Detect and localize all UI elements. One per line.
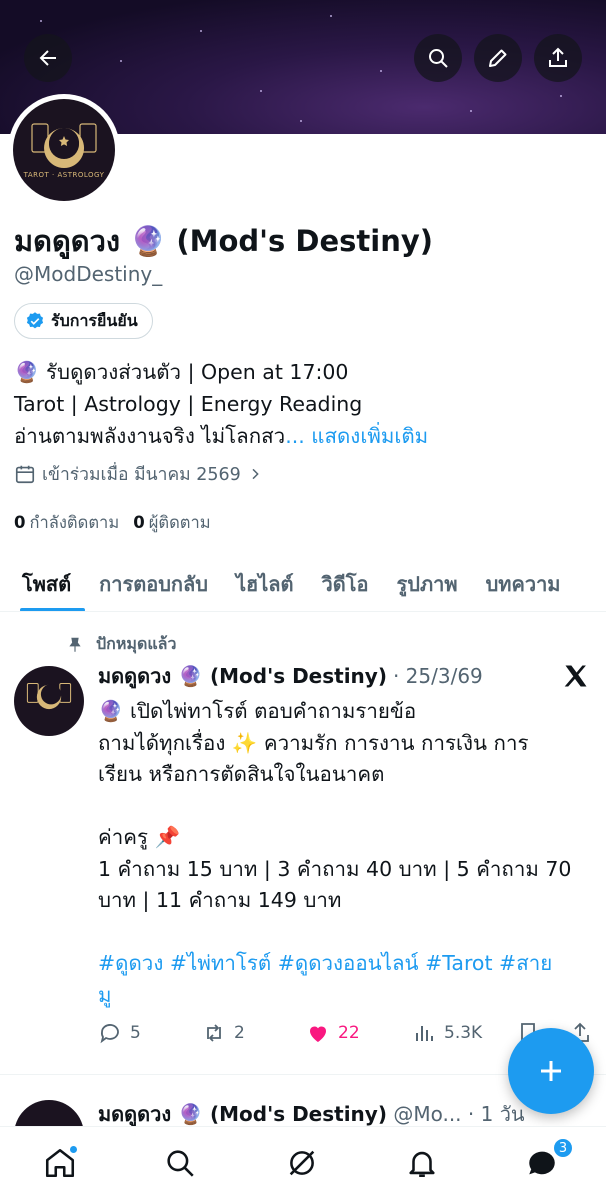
post-header: มดดูดวง 🔮 (Mod's Destiny) · 25/3/69: [98, 660, 483, 692]
repost-icon: [207, 1024, 221, 1042]
calendar-icon: [15, 465, 35, 484]
post-author-avatar[interactable]: [14, 666, 84, 736]
views-button[interactable]: 5.3K: [412, 1021, 482, 1045]
tab-photos[interactable]: รูปภาพ: [383, 556, 472, 611]
user-handle: @ModDestiny_: [14, 262, 163, 286]
x-logo-icon: [564, 665, 587, 687]
follow-stats: 0 กำลังติดตาม 0 ผู้ติดตาม: [14, 510, 211, 536]
display-name: มดดูดวง 🔮 (Mod's Destiny): [14, 224, 433, 258]
reply-count: 5: [130, 1023, 141, 1043]
reply-button[interactable]: 5: [98, 1021, 141, 1045]
plus-icon: [541, 1061, 561, 1081]
post-line: บาท | 11 คำถาม 149 บาท: [98, 888, 342, 912]
views-chart-icon: [416, 1026, 433, 1041]
followers-label: ผู้ติดตาม: [148, 513, 211, 532]
joined-date[interactable]: เข้าร่วมเมื่อ มีนาคม 2569: [14, 460, 263, 488]
profile-avatar[interactable]: TAROT · ASTROLOGY: [8, 94, 120, 206]
verified-check-icon: [26, 312, 44, 329]
tab-videos[interactable]: วิดีโอ: [308, 556, 383, 611]
post-line: ถามได้ทุกเรื่อง ✨ ความรัก การงาน การเงิน…: [98, 730, 529, 755]
bottom-navigation: 3: [0, 1126, 606, 1200]
verified-badge-button[interactable]: รับการยืนยัน: [14, 303, 153, 339]
pinned-label: ปักหมุดแล้ว: [96, 634, 177, 653]
share-button[interactable]: [534, 34, 582, 82]
bio-line: 🔮 รับดูดวงส่วนตัว | Open at 17:00: [14, 360, 349, 384]
post-line: [98, 791, 592, 823]
like-count: 22: [338, 1023, 360, 1043]
messages-badge: 3: [552, 1137, 574, 1159]
post-text: 🔮 เปิดไพ่ทาโรต์ ตอบคำถามรายข้อ ถามได้ทุก…: [98, 696, 592, 1011]
post-author-name[interactable]: มดดูดวง 🔮 (Mod's Destiny): [98, 660, 387, 692]
reply-icon: [100, 1024, 119, 1044]
repost-button[interactable]: 2: [202, 1021, 245, 1045]
nav-messages[interactable]: 3: [522, 1137, 574, 1183]
nav-home[interactable]: [40, 1143, 80, 1183]
back-button[interactable]: [24, 34, 72, 82]
followers-count: 0: [133, 513, 145, 532]
post-meta: @Mo... · 1 วัน: [386, 1102, 525, 1126]
bio-line: อ่านตามพลังงานจริง ไม่โลกสว: [14, 424, 286, 448]
edit-button[interactable]: [474, 34, 522, 82]
pin-icon: [69, 637, 81, 652]
show-more-link[interactable]: แสดงเพิ่มเติม: [311, 424, 428, 448]
post-line: [98, 917, 592, 949]
compose-post-button[interactable]: [508, 1028, 594, 1114]
hashtags[interactable]: #ดูดวง #ไพ่ทาโรต์ #ดูดวงออนไลน์ #Tarot #…: [98, 948, 592, 980]
tab-highlights[interactable]: ไฮไลต์: [222, 556, 308, 611]
grok-icon: [289, 1150, 315, 1176]
post-line: 1 คำถาม 15 บาท | 3 คำถาม 40 บาท | 5 คำถา…: [98, 856, 572, 881]
search-icon: [167, 1150, 194, 1177]
nav-search[interactable]: [160, 1143, 200, 1183]
tab-articles[interactable]: บทความ: [472, 556, 575, 611]
tab-replies[interactable]: การตอบกลับ: [85, 556, 222, 611]
post-line: 🔮 เปิดไพ่ทาโรต์ ตอบคำถามรายข้อ: [98, 699, 417, 723]
verified-label: รับการยืนยัน: [51, 310, 138, 330]
avatar-caption: TAROT · ASTROLOGY: [23, 171, 105, 179]
post-date: · 25/3/69: [392, 664, 483, 688]
bio-ellipsis: ...: [285, 424, 312, 448]
heart-filled-icon: [310, 1026, 326, 1042]
profile-bio: 🔮 รับดูดวงส่วนตัว | Open at 17:00 Tarot …: [14, 356, 594, 452]
tab-posts[interactable]: โพสต์: [0, 556, 86, 611]
pinned-indicator: ปักหมุดแล้ว: [66, 632, 176, 657]
pencil-icon: [489, 49, 507, 67]
share-icon: [549, 47, 567, 67]
bell-icon: [409, 1151, 435, 1178]
chevron-right-icon: [252, 468, 259, 480]
search-icon: [429, 49, 448, 68]
following-count: 0: [14, 513, 26, 532]
following-label: กำลังติดตาม: [29, 513, 120, 532]
nav-notifications[interactable]: [402, 1143, 442, 1183]
followers-link[interactable]: 0 ผู้ติดตาม: [133, 510, 210, 536]
joined-text: เข้าร่วมเมื่อ มีนาคม 2569: [42, 465, 241, 485]
post-line: เรียน หรือการตัดสินใจในอนาคต: [98, 762, 385, 786]
arrow-left-icon: [39, 50, 56, 66]
notification-dot: [69, 1145, 78, 1154]
nav-grok[interactable]: [282, 1143, 322, 1183]
repost-count: 2: [234, 1023, 245, 1043]
like-button[interactable]: 22: [306, 1021, 360, 1045]
search-button[interactable]: [414, 34, 462, 82]
profile-tabs: โพสต์ การตอบกลับ ไฮไลต์ วิดีโอ รูปภาพ บท…: [0, 556, 606, 612]
hashtags[interactable]: มู: [98, 980, 592, 1012]
following-link[interactable]: 0 กำลังติดตาม: [14, 510, 119, 536]
bio-line: Tarot | Astrology | Energy Reading: [14, 392, 363, 416]
moon-tarot-logo-icon: [26, 682, 72, 710]
post-line: ค่าครู 📌: [98, 825, 180, 849]
views-count: 5.3K: [444, 1023, 483, 1043]
post-author-name[interactable]: มดดูดวง 🔮 (Mod's Destiny): [98, 1102, 387, 1126]
